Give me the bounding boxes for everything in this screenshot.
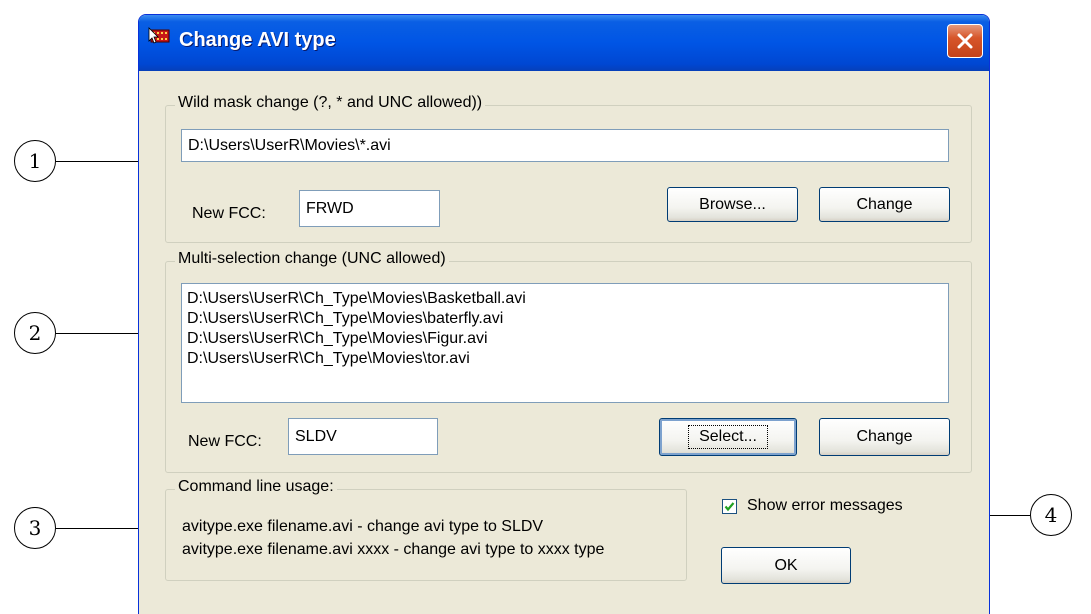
close-icon bbox=[957, 33, 973, 49]
window-title: Change AVI type bbox=[179, 29, 336, 51]
list-item[interactable]: D:\Users\UserR\Ch_Type\Movies\Basketball… bbox=[187, 289, 943, 309]
wild-mask-change-button[interactable]: Change bbox=[819, 187, 950, 222]
callout-3: 3 bbox=[14, 507, 56, 549]
wild-mask-fcc-label: New FCC: bbox=[192, 205, 266, 222]
wild-mask-fcc-input[interactable] bbox=[299, 190, 440, 227]
ok-button[interactable]: OK bbox=[721, 547, 851, 584]
wild-mask-group-label: Wild mask change (?, * and UNC allowed)) bbox=[175, 94, 486, 112]
checkmark-icon bbox=[724, 502, 735, 512]
list-item[interactable]: D:\Users\UserR\Ch_Type\Movies\baterfly.a… bbox=[187, 309, 943, 329]
callout-1: 1 bbox=[14, 140, 56, 182]
callout-4: 4 bbox=[1030, 494, 1072, 536]
list-item[interactable]: D:\Users\UserR\Ch_Type\Movies\tor.avi bbox=[187, 349, 943, 369]
multi-selection-group-label: Multi-selection change (UNC allowed) bbox=[175, 250, 449, 268]
app-film-icon bbox=[148, 27, 170, 44]
multi-selection-change-button[interactable]: Change bbox=[819, 418, 950, 456]
multi-selection-fcc-input[interactable] bbox=[288, 418, 438, 455]
show-error-messages-label[interactable]: Show error messages bbox=[747, 497, 903, 515]
callout-2: 2 bbox=[14, 312, 56, 354]
select-button-label: Select... bbox=[688, 425, 768, 449]
command-line-usage-group: Command line usage: avitype.exe filename… bbox=[165, 478, 687, 581]
title-bar[interactable]: Change AVI type bbox=[139, 15, 989, 71]
usage-line-1: avitype.exe filename.avi - change avi ty… bbox=[182, 518, 544, 535]
selected-files-list[interactable]: D:\Users\UserR\Ch_Type\Movies\Basketball… bbox=[181, 283, 949, 403]
list-item[interactable]: D:\Users\UserR\Ch_Type\Movies\Figur.avi bbox=[187, 329, 943, 349]
browse-button[interactable]: Browse... bbox=[667, 187, 798, 222]
dialog-client-area: Wild mask change (?, * and UNC allowed))… bbox=[143, 71, 985, 614]
close-button[interactable] bbox=[947, 24, 983, 58]
change-avi-type-dialog: Change AVI type Wild mask change (?, * a… bbox=[138, 14, 990, 614]
command-line-usage-label: Command line usage: bbox=[175, 478, 337, 496]
multi-selection-group: Multi-selection change (UNC allowed) D:\… bbox=[165, 250, 972, 473]
usage-line-2: avitype.exe filename.avi xxxx - change a… bbox=[182, 541, 605, 558]
wild-mask-path-input[interactable] bbox=[181, 129, 949, 162]
wild-mask-group: Wild mask change (?, * and UNC allowed))… bbox=[165, 94, 972, 243]
show-error-messages-checkbox[interactable] bbox=[722, 499, 737, 514]
multi-selection-fcc-label: New FCC: bbox=[188, 433, 262, 450]
select-button[interactable]: Select... bbox=[659, 418, 797, 456]
